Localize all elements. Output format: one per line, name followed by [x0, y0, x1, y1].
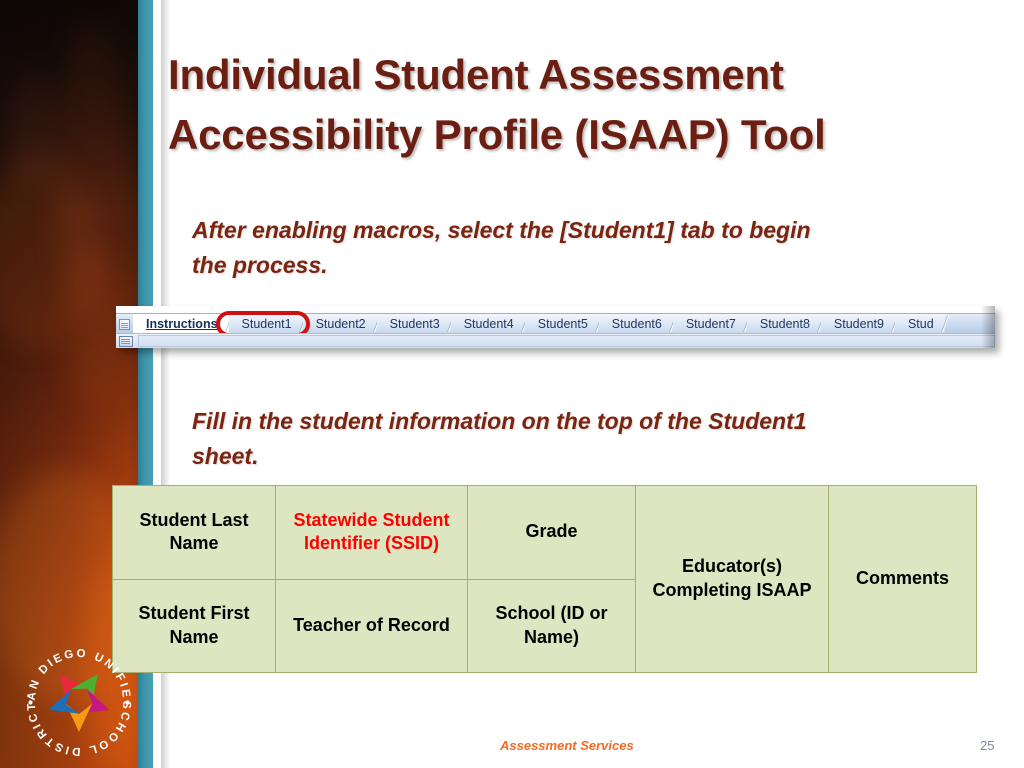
cell-teacher-of-record: Teacher of Record — [275, 578, 468, 673]
excel-sheet-tab-screenshot: '' '' ''''' Instructions Student1 Studen… — [116, 306, 995, 348]
sheet-tab-label: Student7 — [685, 317, 736, 331]
sheet-tab-instructions[interactable]: Instructions — [133, 314, 229, 334]
excel-status-strip — [116, 333, 995, 348]
sheet-tab-label: Student5 — [537, 317, 588, 331]
clipped-cell-text-1: '' '' — [182, 306, 203, 309]
clipped-cell-text-2: ''''' — [436, 306, 457, 309]
instruction-text-1: After enabling macros, select the [Stude… — [192, 217, 811, 278]
band-dark-overlay — [0, 0, 138, 210]
footer-label: Assessment Services — [500, 738, 634, 753]
student-information-table: Student Last Name Statewide Student Iden… — [112, 485, 977, 673]
sheet-tab-label: Student8 — [759, 317, 810, 331]
sheet-tab-label: Instructions — [146, 317, 218, 331]
cell-educators-completing-isaap: Educator(s) Completing ISAAP — [635, 485, 829, 673]
page-number: 25 — [980, 738, 995, 753]
page-title: Individual Student Assessment Accessibil… — [168, 51, 826, 158]
sheet-tab-label: Student1 — [241, 317, 292, 331]
sheet-tab-label: Student4 — [463, 317, 514, 331]
sheet-tab-student10-clipped[interactable]: Stud — [894, 314, 945, 334]
band-texture-blotch — [0, 150, 96, 350]
svg-text:SAN DIEGO UNIFIED: SAN DIEGO UNIFIED — [18, 640, 132, 701]
instruction-text-2: Fill in the student information on the t… — [192, 408, 807, 469]
cell-statewide-student-identifier: Statewide Student Identifier (SSID) — [275, 485, 468, 580]
sheet-tab-label: Student2 — [315, 317, 366, 331]
band-texture-blotch — [56, 20, 126, 320]
cell-student-last-name: Student Last Name — [112, 485, 276, 580]
san-diego-unified-school-district-logo: SAN DIEGO UNIFIED SCHOOL DISTRICT — [13, 631, 140, 762]
sheet-tab-student3[interactable]: Student3 — [376, 314, 451, 334]
status-field — [138, 335, 995, 347]
cell-comments: Comments — [828, 485, 977, 673]
cell-grade: Grade — [467, 485, 636, 580]
slide-canvas: Individual Student Assessment Accessibil… — [0, 0, 1024, 768]
sheet-tab-student6[interactable]: Student6 — [598, 314, 673, 334]
band-texture-blotch — [64, 250, 124, 410]
sheet-nav-icon[interactable] — [116, 314, 133, 334]
sheet-tab-student8[interactable]: Student8 — [746, 314, 821, 334]
sheet-tab-label: Student3 — [389, 317, 440, 331]
table-row: Student Last Name Statewide Student Iden… — [112, 485, 977, 673]
spreadsheet-icon — [119, 335, 133, 347]
sheet-tab-student2[interactable]: Student2 — [302, 314, 377, 334]
sheet-tab-label: Stud — [907, 317, 934, 331]
sheet-tab-student1[interactable]: Student1 — [228, 314, 303, 334]
band-texture-blotch — [10, 70, 58, 190]
sheet-tab-student5[interactable]: Student5 — [524, 314, 599, 334]
sheet-tab-student7[interactable]: Student7 — [672, 314, 747, 334]
sheet-tab-label: Student9 — [833, 317, 884, 331]
cell-school-id-or-name: School (ID or Name) — [467, 578, 636, 673]
sheet-tab-student4[interactable]: Student4 — [450, 314, 525, 334]
clipped-spreadsheet-row: '' '' ''''' — [116, 306, 995, 313]
sheet-tab-label: Student6 — [611, 317, 662, 331]
sheet-tab-bar: Instructions Student1 Student2 Student3 … — [116, 313, 995, 334]
sheet-tab-student9[interactable]: Student9 — [820, 314, 895, 334]
